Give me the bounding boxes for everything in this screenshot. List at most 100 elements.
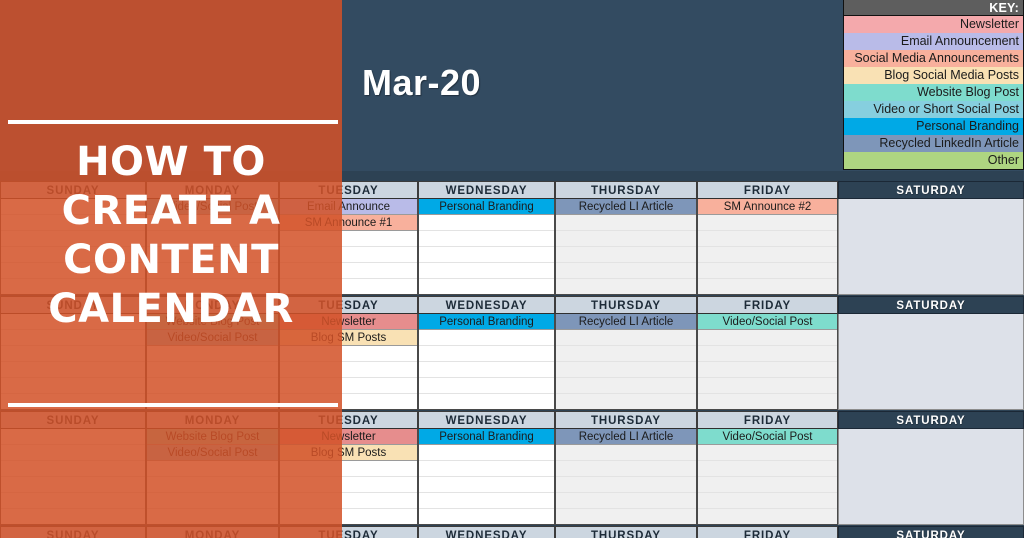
calendar-cell[interactable] <box>556 445 696 461</box>
calendar-cell[interactable] <box>839 394 1023 410</box>
calendar-cell[interactable] <box>839 314 1023 330</box>
calendar-cell[interactable] <box>556 509 696 525</box>
calendar-day-column[interactable]: THURSDAY Recycled LI Article <box>555 411 697 526</box>
calendar-cell[interactable] <box>556 394 696 410</box>
calendar-cell[interactable] <box>419 509 554 525</box>
calendar-day-column[interactable]: FRIDAY <box>697 526 838 538</box>
calendar-cell[interactable] <box>556 215 696 231</box>
calendar-cell[interactable] <box>698 215 837 231</box>
calendar-cell[interactable] <box>698 279 837 295</box>
calendar-cell[interactable]: Recycled LI Article <box>556 314 696 330</box>
calendar-cell[interactable] <box>419 215 554 231</box>
calendar-cell[interactable] <box>839 330 1023 346</box>
calendar-day-column[interactable]: SATURDAY <box>838 411 1024 526</box>
calendar-cell[interactable] <box>839 279 1023 295</box>
calendar-cell[interactable] <box>839 231 1023 247</box>
calendar-cell[interactable] <box>698 477 837 493</box>
calendar-day-column[interactable]: THURSDAY Recycled LI Article <box>555 296 697 411</box>
calendar-cell[interactable] <box>698 445 837 461</box>
calendar-day-column[interactable]: THURSDAY Recycled LI Article <box>555 181 697 296</box>
calendar-cell[interactable] <box>839 215 1023 231</box>
calendar-cell[interactable] <box>698 493 837 509</box>
calendar-cell[interactable] <box>839 247 1023 263</box>
calendar-day-column[interactable]: FRIDAY SM Announce #2 <box>697 181 838 296</box>
calendar-cell[interactable] <box>419 477 554 493</box>
calendar-cell[interactable]: Video/Social Post <box>698 429 837 445</box>
calendar-cell[interactable] <box>698 330 837 346</box>
calendar-cell[interactable] <box>839 362 1023 378</box>
calendar-cell[interactable] <box>419 445 554 461</box>
calendar-cell[interactable] <box>419 394 554 410</box>
calendar-cell[interactable] <box>839 461 1023 477</box>
calendar-day-column[interactable]: SATURDAY <box>838 181 1024 296</box>
calendar-day-column[interactable]: WEDNESDAY Personal Branding <box>418 296 555 411</box>
calendar-cell[interactable] <box>419 461 554 477</box>
calendar-cell[interactable] <box>698 509 837 525</box>
calendar-cell[interactable] <box>419 279 554 295</box>
calendar-cell[interactable] <box>839 445 1023 461</box>
calendar-cell[interactable] <box>556 279 696 295</box>
calendar-day-column[interactable]: SATURDAY <box>838 296 1024 411</box>
calendar-cell[interactable] <box>839 378 1023 394</box>
calendar-day-column[interactable]: FRIDAY Video/Social Post <box>697 411 838 526</box>
calendar-cell[interactable] <box>556 330 696 346</box>
calendar-day-column[interactable]: FRIDAY Video/Social Post <box>697 296 838 411</box>
calendar-cell[interactable] <box>556 378 696 394</box>
calendar-cell[interactable] <box>839 477 1023 493</box>
calendar-cell[interactable] <box>556 263 696 279</box>
calendar-cell[interactable] <box>419 378 554 394</box>
divider-rule-top <box>8 120 338 124</box>
calendar-day-column[interactable]: WEDNESDAY Personal Branding <box>418 181 555 296</box>
calendar-cell[interactable] <box>556 477 696 493</box>
calendar-cell[interactable] <box>698 362 837 378</box>
day-header-saturday: SATURDAY <box>838 411 1024 429</box>
calendar-cell[interactable] <box>698 231 837 247</box>
calendar-cell[interactable] <box>698 378 837 394</box>
calendar-cell[interactable]: Video/Social Post <box>698 314 837 330</box>
content-calendar-screenshot: Mar-20 KEY: Newsletter Email Announcement… <box>0 0 1024 538</box>
calendar-cell[interactable] <box>419 247 554 263</box>
calendar-cell[interactable] <box>419 346 554 362</box>
day-cells: Recycled LI Article <box>555 199 697 295</box>
legend-item: Newsletter <box>844 16 1023 33</box>
calendar-cell[interactable] <box>556 493 696 509</box>
calendar-cell[interactable] <box>839 509 1023 525</box>
calendar-cell[interactable]: Recycled LI Article <box>556 199 696 215</box>
calendar-day-column[interactable]: THURSDAY <box>555 526 697 538</box>
calendar-cell[interactable] <box>419 330 554 346</box>
calendar-cell[interactable] <box>419 231 554 247</box>
day-cells <box>838 314 1024 410</box>
calendar-cell[interactable] <box>698 394 837 410</box>
legend-item: Other <box>844 152 1023 169</box>
calendar-cell[interactable] <box>419 493 554 509</box>
calendar-cell[interactable] <box>839 346 1023 362</box>
calendar-cell[interactable] <box>556 461 696 477</box>
day-header-thursday: THURSDAY <box>555 411 697 429</box>
legend-item: Social Media Announcements <box>844 50 1023 67</box>
calendar-cell[interactable] <box>839 263 1023 279</box>
calendar-cell[interactable]: SM Announce #2 <box>698 199 837 215</box>
calendar-cell[interactable] <box>556 247 696 263</box>
day-cells <box>838 429 1024 525</box>
headline-line: CALENDAR <box>48 286 294 332</box>
calendar-cell[interactable] <box>839 493 1023 509</box>
calendar-cell[interactable] <box>839 199 1023 215</box>
calendar-cell[interactable] <box>698 247 837 263</box>
calendar-day-column[interactable]: SATURDAY <box>838 526 1024 538</box>
calendar-cell[interactable] <box>698 461 837 477</box>
calendar-cell[interactable] <box>419 263 554 279</box>
calendar-day-column[interactable]: WEDNESDAY <box>418 526 555 538</box>
calendar-cell[interactable] <box>839 429 1023 445</box>
calendar-cell[interactable] <box>419 362 554 378</box>
calendar-cell[interactable]: Personal Branding <box>419 429 554 445</box>
calendar-day-column[interactable]: WEDNESDAY Personal Branding <box>418 411 555 526</box>
day-header-wednesday: WEDNESDAY <box>418 181 555 199</box>
calendar-cell[interactable] <box>698 346 837 362</box>
calendar-cell[interactable]: Recycled LI Article <box>556 429 696 445</box>
calendar-cell[interactable] <box>698 263 837 279</box>
calendar-cell[interactable]: Personal Branding <box>419 314 554 330</box>
calendar-cell[interactable] <box>556 346 696 362</box>
calendar-cell[interactable] <box>556 362 696 378</box>
calendar-cell[interactable] <box>556 231 696 247</box>
calendar-cell[interactable]: Personal Branding <box>419 199 554 215</box>
